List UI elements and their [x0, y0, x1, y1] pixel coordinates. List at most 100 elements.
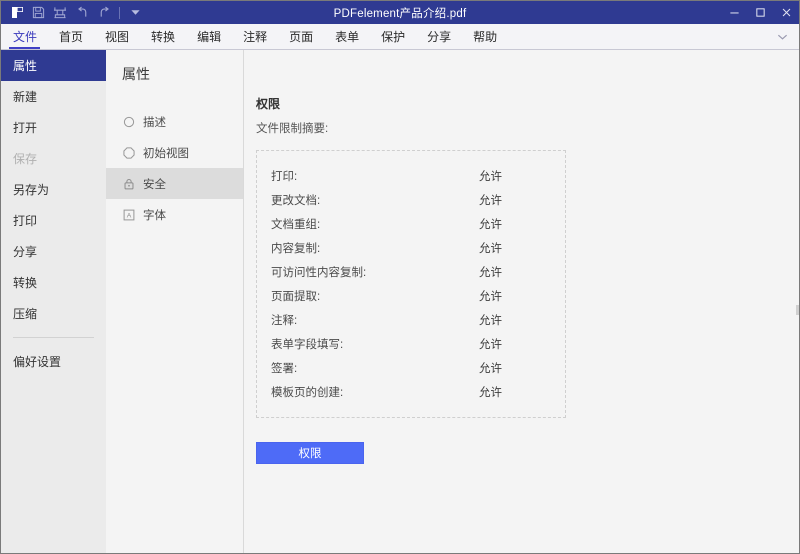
sidebar-item-label: 另存为	[13, 183, 50, 197]
permissions-heading: 权限	[256, 97, 281, 111]
sidebar-item-label: 打开	[13, 121, 38, 135]
quick-access-toolbar	[1, 1, 146, 24]
menu-tab-edit[interactable]: 编辑	[186, 24, 232, 49]
menu-tab-share[interactable]: 分享	[416, 24, 462, 49]
menu-tab-form[interactable]: 表单	[324, 24, 370, 49]
permission-value: 允许	[479, 171, 502, 183]
permission-row: 可访问性内容复制: 允许	[271, 260, 549, 284]
menu-tab-help[interactable]: 帮助	[462, 24, 508, 49]
menu-tab-label: 视图	[105, 30, 130, 44]
stamp-icon[interactable]	[49, 2, 71, 23]
sidebar-item-properties[interactable]: 属性	[1, 50, 106, 81]
permission-row: 签署: 允许	[271, 356, 549, 380]
properties-tab-initial-view[interactable]: 初始视图	[106, 137, 243, 168]
toolbar-divider	[119, 6, 120, 19]
window-controls	[721, 1, 799, 24]
svg-text:A: A	[126, 212, 131, 219]
menu-tab-file[interactable]: 文件	[1, 24, 48, 49]
properties-tab-label: 安全	[143, 178, 166, 191]
permission-value: 允许	[479, 363, 502, 375]
permission-row: 打印: 允许	[271, 164, 549, 188]
permission-label: 打印:	[271, 171, 298, 183]
menu-tab-protect[interactable]: 保护	[370, 24, 416, 49]
menu-tab-label: 页面	[289, 30, 314, 44]
file-menu-sidebar: 属性 新建 打开 保存 另存为 打印 分享 转换 压缩 偏好设置	[1, 50, 106, 553]
font-a-icon: A	[122, 208, 135, 221]
panel-title: 属性	[122, 66, 150, 82]
sidebar-item-label: 属性	[13, 59, 38, 73]
sidebar-item-new[interactable]: 新建	[1, 81, 106, 112]
properties-tab-security[interactable]: 安全	[106, 168, 243, 199]
properties-tab-fonts[interactable]: A 字体	[106, 199, 243, 230]
permission-row: 模板页的创建: 允许	[271, 380, 549, 404]
sidebar-item-save-as[interactable]: 另存为	[1, 174, 106, 205]
sidebar-item-label: 新建	[13, 90, 38, 104]
menu-tab-home[interactable]: 首页	[48, 24, 94, 49]
scrollbar-thumb[interactable]	[796, 305, 799, 315]
permission-row: 更改文档: 允许	[271, 188, 549, 212]
permissions-button[interactable]: 权限	[256, 442, 364, 464]
sidebar-item-label: 分享	[13, 245, 38, 259]
sidebar-item-convert[interactable]: 转换	[1, 267, 106, 298]
permission-value: 允许	[479, 219, 502, 231]
sidebar-divider	[13, 337, 94, 338]
permission-row: 表单字段填写: 允许	[271, 332, 549, 356]
properties-tab-description[interactable]: 描述	[106, 106, 243, 137]
octagon-icon	[122, 146, 135, 159]
menu-tab-page[interactable]: 页面	[278, 24, 324, 49]
sidebar-item-share[interactable]: 分享	[1, 236, 106, 267]
save-icon[interactable]	[27, 2, 49, 23]
sidebar-item-save: 保存	[1, 143, 106, 174]
sidebar-item-preferences[interactable]: 偏好设置	[1, 346, 106, 377]
sidebar-item-print[interactable]: 打印	[1, 205, 106, 236]
redo-icon[interactable]	[93, 2, 115, 23]
permission-label: 模板页的创建:	[271, 387, 344, 399]
menu-tab-label: 首页	[59, 30, 84, 44]
permission-label: 文档重组:	[271, 219, 321, 231]
maximize-button[interactable]	[747, 1, 773, 24]
sidebar-item-label: 保存	[13, 152, 38, 166]
lock-icon	[122, 177, 135, 190]
menu-bar: 文件 首页 视图 转换 编辑 注释 页面 表单 保护 分享 帮助	[1, 24, 799, 50]
active-tab-underline	[9, 47, 41, 49]
permission-row: 页面提取: 允许	[271, 284, 549, 308]
properties-nav-panel: 属性 描述 初始视图 安全 A 字体	[106, 50, 244, 553]
chevron-down-icon[interactable]	[765, 24, 799, 49]
sidebar-item-open[interactable]: 打开	[1, 112, 106, 143]
sidebar-item-compress[interactable]: 压缩	[1, 298, 106, 329]
menu-tab-view[interactable]: 视图	[94, 24, 140, 49]
properties-tab-label: 字体	[143, 209, 166, 222]
customize-dropdown-icon[interactable]	[124, 2, 146, 23]
menu-tab-comment[interactable]: 注释	[232, 24, 278, 49]
menu-tab-label: 帮助	[473, 30, 498, 44]
menu-tab-convert[interactable]: 转换	[140, 24, 186, 49]
security-content-pane: 权限 文件限制摘要: 打印: 允许 更改文档: 允许 文档重组: 允许 内容复制…	[244, 50, 799, 553]
menu-tab-label: 注释	[243, 30, 268, 44]
menu-tab-label: 编辑	[197, 30, 222, 44]
close-button[interactable]	[773, 1, 799, 24]
permissions-subheading: 文件限制摘要:	[256, 123, 329, 135]
permissions-summary-box: 打印: 允许 更改文档: 允许 文档重组: 允许 内容复制: 允许 可访问性内容…	[256, 150, 566, 418]
sidebar-item-label: 压缩	[13, 307, 38, 321]
permission-value: 允许	[479, 387, 502, 399]
permission-label: 签署:	[271, 363, 298, 375]
menu-tab-label: 表单	[335, 30, 360, 44]
permission-label: 内容复制:	[271, 243, 321, 255]
main-body: 属性 新建 打开 保存 另存为 打印 分享 转换 压缩 偏好设置 属性 描述 初…	[1, 50, 799, 553]
permission-label: 可访问性内容复制:	[271, 267, 367, 279]
permission-label: 注释:	[271, 315, 298, 327]
properties-tab-label: 描述	[143, 116, 166, 129]
circle-info-icon	[122, 115, 135, 128]
menu-tab-label: 文件	[13, 30, 38, 44]
menu-tab-label: 转换	[151, 30, 176, 44]
permission-label: 更改文档:	[271, 195, 321, 207]
undo-icon[interactable]	[71, 2, 93, 23]
permission-row: 注释: 允许	[271, 308, 549, 332]
sidebar-item-label: 打印	[13, 214, 38, 228]
menu-tab-label: 保护	[381, 30, 406, 44]
minimize-button[interactable]	[721, 1, 747, 24]
permission-row: 文档重组: 允许	[271, 212, 549, 236]
permission-value: 允许	[479, 267, 502, 279]
permission-row: 内容复制: 允许	[271, 236, 549, 260]
permission-value: 允许	[479, 195, 502, 207]
